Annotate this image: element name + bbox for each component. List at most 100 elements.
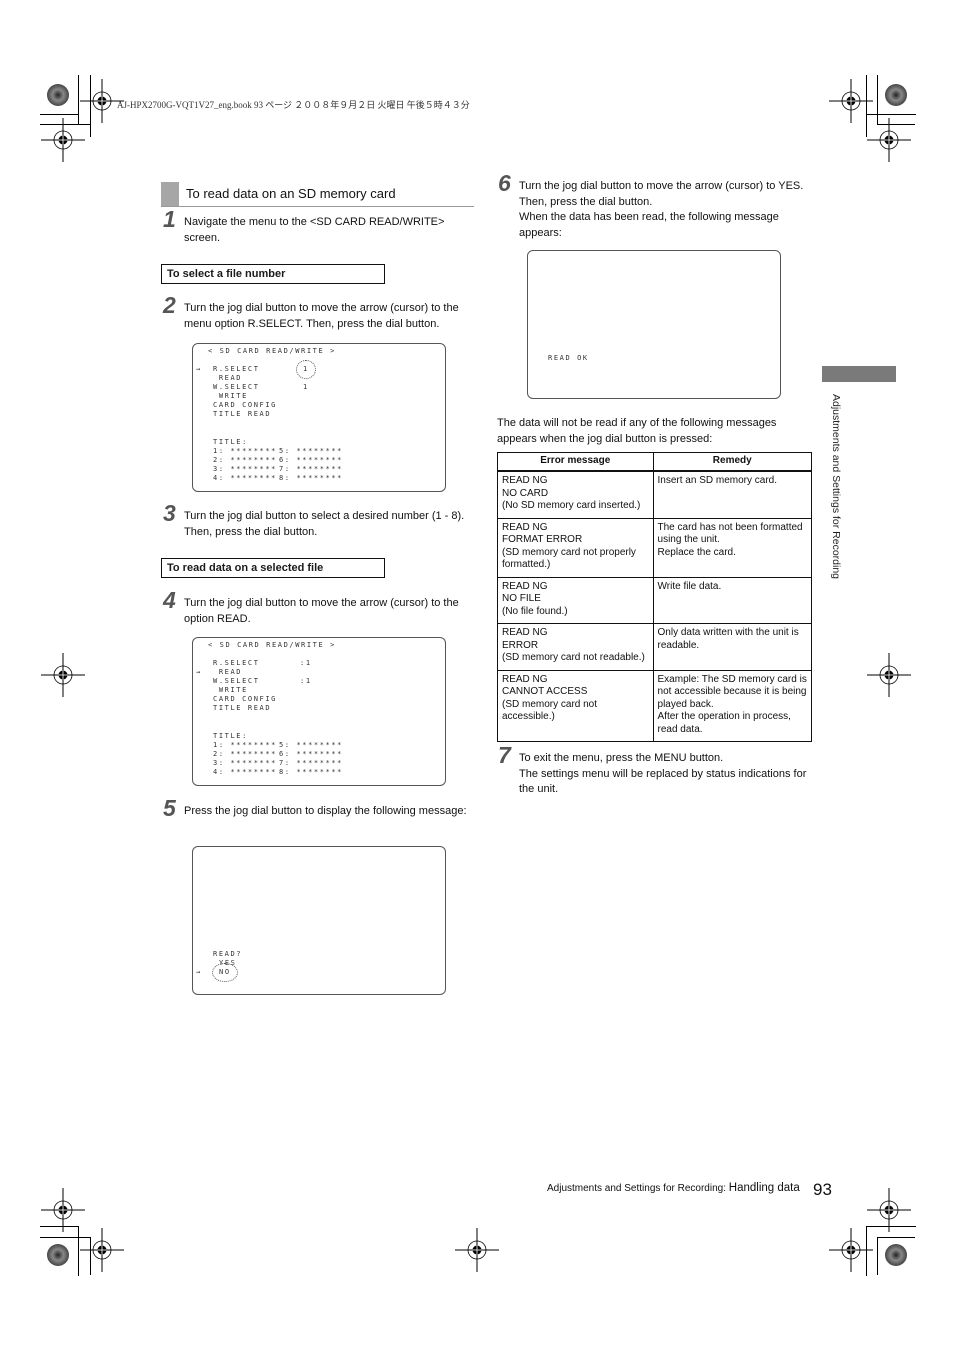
cell-line: NO FILE xyxy=(502,593,541,604)
table-row: READ NG NO FILE (No file found.) Write f… xyxy=(497,576,813,624)
cell-line: READ NG xyxy=(502,673,548,685)
cell-line: NO CARD xyxy=(502,487,549,499)
step-number: 4 xyxy=(163,587,176,613)
menu-item: TITLE READ xyxy=(213,410,272,418)
color-dot-icon xyxy=(47,1244,69,1266)
step-number: 6 xyxy=(498,170,511,196)
crosshair-icon xyxy=(866,117,912,163)
menu-item: WRITE xyxy=(213,392,248,400)
cell-line: CANNOT ACCESS xyxy=(502,686,588,697)
error-message-cell: READ NG ERROR (SD memory card not readab… xyxy=(497,623,654,671)
menu-value: :1 xyxy=(300,659,312,667)
title-entry: 2: ******** xyxy=(213,750,277,758)
table-row: READ NG ERROR (SD memory card not readab… xyxy=(497,623,813,671)
section-heading-bar xyxy=(161,182,179,206)
cell-line: (SD memory card not properly formatted.) xyxy=(502,546,636,571)
menu-item: CARD CONFIG xyxy=(213,401,277,409)
cell-line: (SD memory card not accessible.) xyxy=(502,698,598,723)
menu-value: 1 xyxy=(303,383,309,391)
error-table: Error message Remedy READ NG NO CARD (No… xyxy=(497,452,813,742)
cursor-arrow-icon: → xyxy=(196,668,202,676)
step-number: 2 xyxy=(163,292,176,318)
title-entry: 6: ******** xyxy=(279,456,343,464)
title-entry: 3: ******** xyxy=(213,465,277,473)
menu-item: CARD CONFIG xyxy=(213,695,277,703)
title-entry: 4: ******** xyxy=(213,474,277,482)
cell-line: The card has not been formatted using th… xyxy=(657,521,803,546)
step-text: Turn the jog dial button to move the arr… xyxy=(184,597,459,625)
subheading-select-file: To select a file number xyxy=(161,264,385,284)
color-dot-icon xyxy=(47,84,69,106)
title-label: TITLE: xyxy=(213,438,248,446)
cell-line: Replace the card. xyxy=(657,546,736,558)
column-header: Error message xyxy=(497,452,654,472)
remedy-cell: The card has not been formatted using th… xyxy=(652,517,813,578)
title-entry: 6: ******** xyxy=(279,750,343,758)
footer-chapter: Adjustments and Settings for Recording: xyxy=(547,1183,729,1194)
cell-line: (No file found.) xyxy=(502,605,568,617)
error-message-cell: READ NG CANNOT ACCESS (SD memory card no… xyxy=(497,669,654,742)
cell-line: Insert an SD memory card. xyxy=(657,475,777,486)
title-entry: 7: ******** xyxy=(279,759,343,767)
section-title: To read data on an SD memory card xyxy=(186,186,396,201)
column-header: Remedy xyxy=(652,452,813,472)
error-message-cell: READ NG NO CARD (No SD memory card inser… xyxy=(497,470,654,519)
title-entry: 8: ******** xyxy=(279,474,343,482)
title-entry: 2: ******** xyxy=(213,456,277,464)
step-number: 5 xyxy=(163,795,176,821)
crosshair-icon xyxy=(828,1227,874,1273)
remedy-cell: Write file data. xyxy=(652,576,813,624)
step-line: Turn the jog dial button to move the arr… xyxy=(519,180,804,208)
blinking-value: NO xyxy=(212,962,238,983)
cell-line: READ NG xyxy=(502,627,548,638)
menu-screen-read: < SD CARD READ/WRITE > R.SELECT :1 → REA… xyxy=(192,637,446,786)
title-entry: 3: ******** xyxy=(213,759,277,767)
remedy-cell: Only data written with the unit is reada… xyxy=(652,623,813,671)
page-number: 93 xyxy=(813,1180,832,1199)
crosshair-icon xyxy=(40,1187,86,1233)
title-entry: 4: ******** xyxy=(213,768,277,776)
step-number: 3 xyxy=(163,500,176,526)
table-row: READ NG NO CARD (No SD memory card inser… xyxy=(497,470,813,519)
menu-item: R.SELECT xyxy=(213,659,260,667)
title-entry: 5: ******** xyxy=(279,741,343,749)
crosshair-icon xyxy=(454,1227,500,1273)
crosshair-icon xyxy=(40,117,86,163)
subheading-read-file: To read data on a selected file xyxy=(161,558,385,578)
confirm-read-screen: READ? YES → NO xyxy=(192,846,446,995)
error-message-cell: READ NG NO FILE (No file found.) xyxy=(497,576,654,624)
step-number: 1 xyxy=(163,206,176,232)
cell-line: Only data written with the unit is reada… xyxy=(657,627,799,651)
cell-line: (SD memory card not readable.) xyxy=(502,652,645,663)
footer-topic: Handling data xyxy=(728,1182,800,1194)
cell-line: READ NG xyxy=(502,521,548,533)
cell-line: Write file data. xyxy=(657,580,722,592)
menu-screen-rselect: < SD CARD READ/WRITE > → R.SELECT 1 READ… xyxy=(192,343,446,492)
error-message-cell: READ NG FORMAT ERROR (SD memory card not… xyxy=(497,517,654,578)
menu-item: READ xyxy=(213,374,243,382)
step-number: 7 xyxy=(498,742,511,768)
file-header: AJ-HPX2700G-VQT1V27_eng.book 93 ページ ２００８… xyxy=(117,100,470,110)
note-text: The data will not be read if any of the … xyxy=(497,417,777,445)
table-row: READ NG FORMAT ERROR (SD memory card not… xyxy=(497,517,813,578)
menu-item: W.SELECT xyxy=(213,677,260,685)
menu-item: READ xyxy=(213,668,243,676)
crosshair-icon xyxy=(866,652,912,698)
step-line: The settings menu will be replaced by st… xyxy=(519,767,807,796)
chapter-side-label: Adjustments and Settings for Recording xyxy=(830,394,842,580)
title-entry: 8: ******** xyxy=(279,768,343,776)
menu-value: 1 xyxy=(296,359,316,380)
crosshair-icon xyxy=(40,652,86,698)
crosshair-icon xyxy=(79,1227,125,1273)
section-heading: To read data on an SD memory card xyxy=(161,182,474,207)
step-line: To exit the menu, press the MENU button. xyxy=(519,752,724,764)
menu-item: TITLE READ xyxy=(213,704,272,712)
table-row: READ NG CANNOT ACCESS (SD memory card no… xyxy=(497,669,813,742)
screen-title: < SD CARD READ/WRITE > xyxy=(208,347,336,355)
cell-line: READ NG xyxy=(502,475,548,486)
table-header-row: Error message Remedy xyxy=(497,452,813,472)
footer-breadcrumb: Adjustments and Settings for Recording: … xyxy=(547,1182,800,1194)
menu-item: R.SELECT xyxy=(213,365,260,373)
title-label: TITLE: xyxy=(213,732,248,740)
step-line: When the data has been read, the followi… xyxy=(519,211,779,239)
